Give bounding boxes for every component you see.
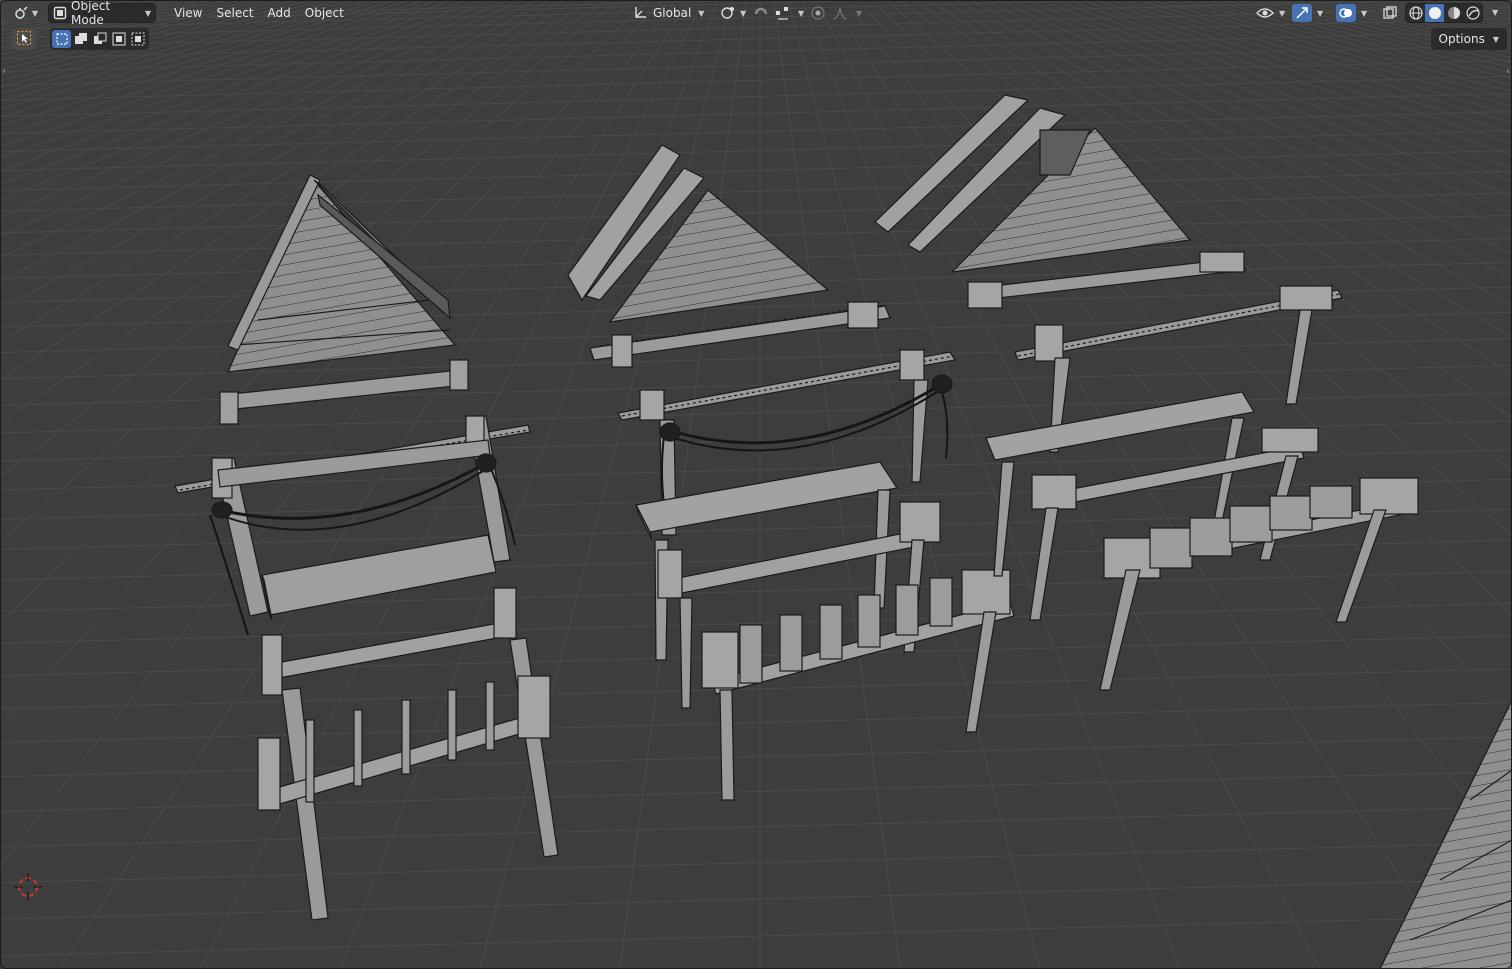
toolbar-expand-arrow-icon[interactable]: › xyxy=(2,66,6,77)
menu-object[interactable]: Object xyxy=(298,3,351,23)
pivot-icon xyxy=(718,5,736,21)
select-mode-difference-icon[interactable] xyxy=(109,30,128,48)
overlays-dropdown[interactable]: ▼ xyxy=(1336,3,1367,23)
gizmo-dropdown[interactable]: ▼ xyxy=(1292,3,1323,23)
select-mode-new-icon[interactable] xyxy=(52,30,71,48)
proportional-edit-icon[interactable] xyxy=(810,5,826,21)
snap-magnet-icon[interactable] xyxy=(752,5,770,21)
partial-object-bottom-right[interactable] xyxy=(1379,699,1512,969)
chevron-down-icon: ▼ xyxy=(856,8,863,18)
editor-type-button[interactable]: ▼ xyxy=(10,3,42,23)
visibility-dropdown[interactable]: ▼ xyxy=(1256,3,1285,23)
object-mode-icon xyxy=(53,6,67,20)
select-mode-intersect-icon[interactable] xyxy=(128,30,147,48)
xray-icon xyxy=(1382,5,1398,21)
chevron-down-icon: ▼ xyxy=(1279,8,1286,18)
solid-shading-icon[interactable] xyxy=(1425,4,1444,22)
chevron-down-icon: ▼ xyxy=(1317,8,1324,18)
chevron-down-icon: ▼ xyxy=(698,8,705,18)
select-tool-button[interactable] xyxy=(12,28,36,50)
pivot-dropdown[interactable]: ▼ xyxy=(718,3,746,23)
wireframe-shading-icon[interactable] xyxy=(1406,4,1425,22)
chevron-down-icon: ▼ xyxy=(798,8,805,18)
stall-left[interactable] xyxy=(174,174,559,921)
viewport-scene[interactable] xyxy=(0,0,1512,969)
options-label: Options xyxy=(1438,32,1485,46)
chevron-down-icon: ▼ xyxy=(31,8,39,18)
eye-icon xyxy=(1256,6,1274,20)
orientation-label: Global xyxy=(653,6,692,20)
sidebar-expand-arrow-icon[interactable]: ‹ xyxy=(1506,66,1510,77)
gizmo-icon[interactable] xyxy=(1292,4,1312,22)
menu-select[interactable]: Select xyxy=(209,3,260,23)
chevron-down-icon: ▼ xyxy=(1492,34,1499,44)
chevron-down-icon: ▼ xyxy=(144,8,151,18)
select-mode-subtract-icon[interactable] xyxy=(90,30,109,48)
proportional-group[interactable]: ▼ xyxy=(810,3,862,23)
mode-dropdown[interactable]: Object Mode ▼ xyxy=(48,0,156,27)
stall-middle[interactable] xyxy=(567,144,1015,801)
stall-right[interactable] xyxy=(874,94,1419,691)
transform-orientation-icon xyxy=(632,5,648,21)
viewport-header: ▼ Object Mode ▼ View Select Add Object G… xyxy=(0,0,1512,27)
orientation-dropdown[interactable]: Global ▼ xyxy=(632,3,704,23)
menu-add[interactable]: Add xyxy=(261,3,298,23)
select-mode-group xyxy=(50,28,149,50)
shading-options-chevron[interactable]: ▼ xyxy=(1492,8,1498,17)
mode-label: Object Mode xyxy=(71,0,111,27)
shading-modes xyxy=(1405,3,1483,23)
chevron-down-icon: ▼ xyxy=(740,8,747,18)
snap-group[interactable]: ▼ xyxy=(752,3,804,23)
snap-target-icon[interactable] xyxy=(774,5,792,21)
tool-header xyxy=(12,28,149,50)
xray-toggle[interactable] xyxy=(1382,3,1398,23)
chevron-down-icon: ▼ xyxy=(1361,8,1368,18)
menu-view[interactable]: View xyxy=(167,3,209,23)
rendered-shading-icon[interactable] xyxy=(1463,4,1482,22)
select-mode-extend-icon[interactable] xyxy=(71,30,90,48)
3d-cursor-icon[interactable] xyxy=(14,873,42,901)
header-menus: View Select Add Object xyxy=(167,3,351,23)
overlays-icon[interactable] xyxy=(1336,4,1356,22)
viewport-editor-icon xyxy=(14,6,30,20)
options-dropdown[interactable]: Options ▼ xyxy=(1430,28,1507,50)
material-shading-icon[interactable] xyxy=(1444,4,1463,22)
3d-viewport[interactable]: ▼ Object Mode ▼ View Select Add Object G… xyxy=(0,0,1512,969)
falloff-icon[interactable] xyxy=(832,6,848,20)
select-box-icon xyxy=(16,30,32,49)
